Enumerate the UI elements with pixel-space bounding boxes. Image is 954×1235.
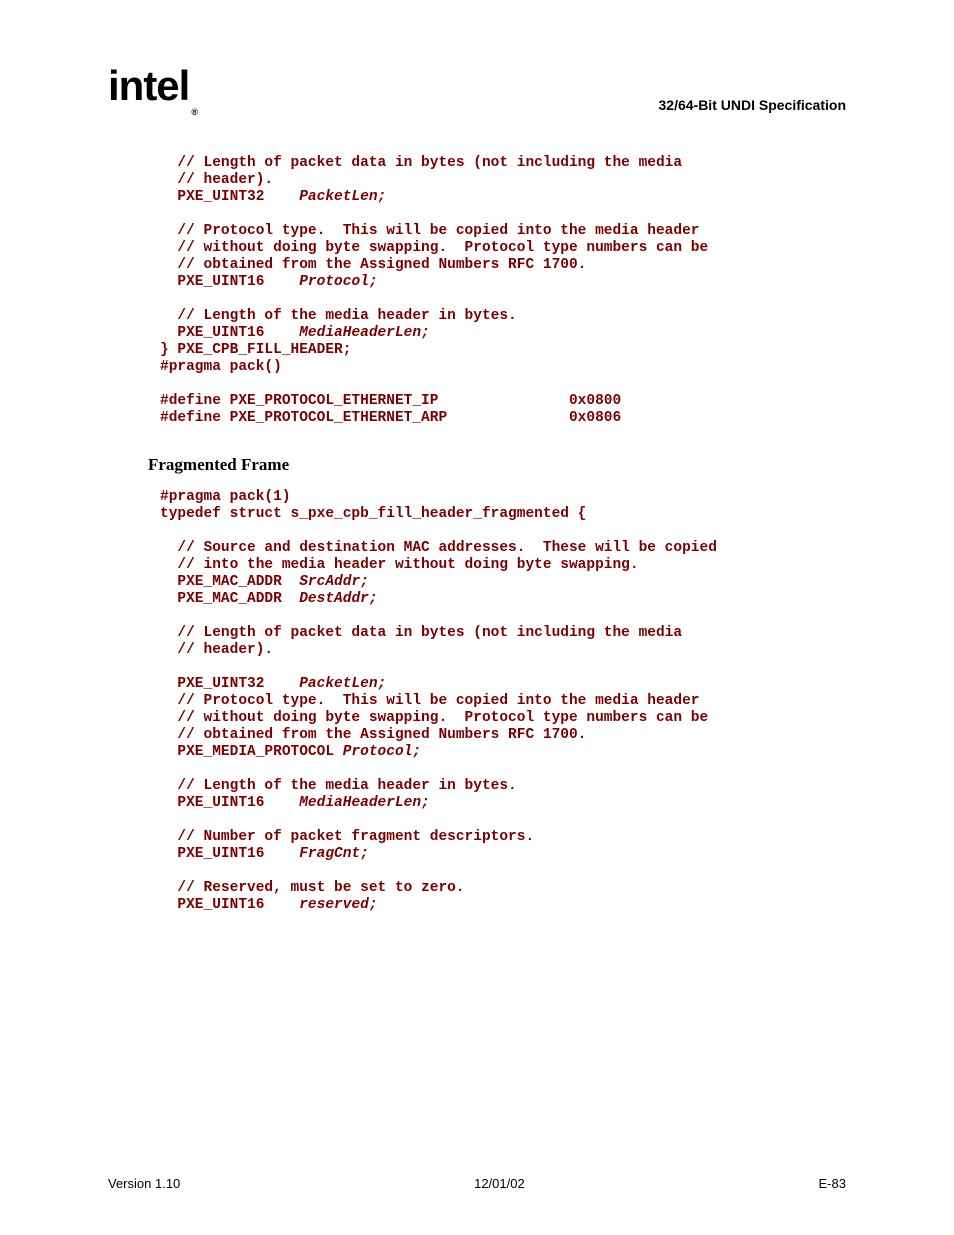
page-footer: Version 1.10 12/01/02 E-83 [108, 1176, 846, 1191]
code-var: DestAddr; [299, 591, 377, 607]
footer-version: Version 1.10 [108, 1176, 180, 1191]
code-line: // Source and destination MAC addresses.… [160, 540, 717, 556]
logo-registered: ® [191, 107, 197, 117]
code-var: Protocol; [299, 274, 377, 290]
page-header: intel® 32/64-Bit UNDI Specification [108, 64, 846, 113]
code-line: #define PXE_PROTOCOL_ETHERNET_ARP 0x0806 [160, 410, 621, 426]
code-line: PXE_MAC_ADDR [160, 574, 299, 590]
code-line: // without doing byte swapping. Protocol… [160, 240, 708, 256]
doc-title: 32/64-Bit UNDI Specification [659, 97, 847, 113]
footer-date: 12/01/02 [474, 1176, 525, 1191]
code-var: PacketLen; [299, 189, 386, 205]
section-heading: Fragmented Frame [148, 455, 846, 475]
code-block-2: #pragma pack(1) typedef struct s_pxe_cpb… [160, 489, 846, 914]
code-var: PacketLen; [299, 676, 386, 692]
code-line: // Protocol type. This will be copied in… [160, 223, 700, 239]
code-line: // obtained from the Assigned Numbers RF… [160, 727, 586, 743]
code-line: // header). [160, 172, 273, 188]
code-line: PXE_UINT16 [160, 846, 299, 862]
code-line: PXE_UINT16 [160, 274, 299, 290]
code-line: // Reserved, must be set to zero. [160, 880, 465, 896]
code-line: // into the media header without doing b… [160, 557, 639, 573]
code-line: // Length of packet data in bytes (not i… [160, 625, 682, 641]
code-line: PXE_UINT32 [160, 676, 299, 692]
code-var: MediaHeaderLen; [299, 325, 430, 341]
code-line: } PXE_CPB_FILL_HEADER; [160, 342, 351, 358]
code-line: PXE_UINT16 [160, 897, 299, 913]
code-line: // Length of packet data in bytes (not i… [160, 155, 682, 171]
code-var: FragCnt; [299, 846, 369, 862]
code-line: PXE_UINT16 [160, 325, 299, 341]
code-line: // Length of the media header in bytes. [160, 308, 517, 324]
code-line: typedef struct s_pxe_cpb_fill_header_fra… [160, 506, 586, 522]
code-var: Protocol; [343, 744, 421, 760]
code-line: PXE_UINT16 [160, 795, 299, 811]
code-block-1: // Length of packet data in bytes (not i… [160, 155, 846, 427]
code-line: PXE_MEDIA_PROTOCOL [160, 744, 343, 760]
code-var: MediaHeaderLen; [299, 795, 430, 811]
code-var: reserved; [299, 897, 377, 913]
code-line: // Protocol type. This will be copied in… [160, 693, 700, 709]
code-line: // obtained from the Assigned Numbers RF… [160, 257, 586, 273]
code-line: // Number of packet fragment descriptors… [160, 829, 534, 845]
page: intel® 32/64-Bit UNDI Specification // L… [0, 0, 954, 1235]
code-line: #pragma pack(1) [160, 489, 291, 505]
code-var: SrcAddr; [299, 574, 369, 590]
logo-text: intel [108, 62, 189, 109]
code-line: PXE_MAC_ADDR [160, 591, 299, 607]
footer-page: E-83 [819, 1176, 846, 1191]
code-line: // Length of the media header in bytes. [160, 778, 517, 794]
intel-logo: intel® [108, 62, 195, 111]
code-line: PXE_UINT32 [160, 189, 299, 205]
code-line: // without doing byte swapping. Protocol… [160, 710, 708, 726]
code-line: #define PXE_PROTOCOL_ETHERNET_IP 0x0800 [160, 393, 621, 409]
code-line: #pragma pack() [160, 359, 282, 375]
code-line: // header). [160, 642, 273, 658]
